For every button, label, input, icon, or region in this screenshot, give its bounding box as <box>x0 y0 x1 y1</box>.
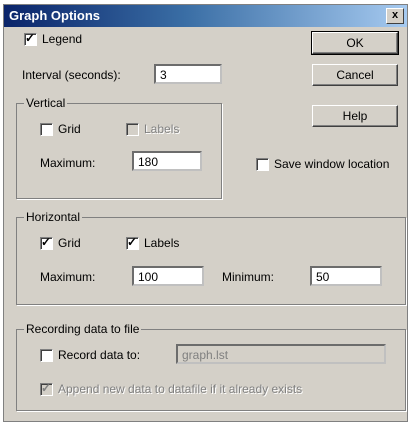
ok-button[interactable]: OK <box>311 31 399 55</box>
checkmark-icon: ✓ <box>41 381 52 395</box>
title-bar[interactable]: Graph Options x <box>4 5 407 27</box>
interval-input[interactable]: 3 <box>154 64 222 84</box>
save-window-location-label: Save window location <box>274 157 390 171</box>
legend-label: Legend <box>42 32 83 46</box>
interval-label: Interval (seconds): <box>22 68 121 82</box>
horizontal-group <box>16 217 406 305</box>
graph-options-dialog: Graph Options x ✓ Legend Interval (secon… <box>3 4 408 422</box>
horizontal-maximum-label: Maximum: <box>40 270 96 284</box>
record-data-label: Record data to: <box>58 348 141 362</box>
append-data-checkbox[interactable]: ✓ <box>40 381 53 396</box>
append-data-label: Append new data to datafile if it alread… <box>58 382 303 396</box>
recording-group-title: Recording data to file <box>24 322 142 336</box>
vertical-grid-label: Grid <box>58 122 81 136</box>
horizontal-maximum-input[interactable]: 100 <box>132 266 204 286</box>
help-button[interactable]: Help <box>312 105 398 127</box>
legend-checkbox[interactable]: ✓ <box>24 31 37 46</box>
vertical-labels-label: Labels <box>144 122 180 136</box>
checkmark-icon: ✓ <box>127 235 138 249</box>
checkmark-icon: ✓ <box>41 235 52 249</box>
horizontal-minimum-label: Minimum: <box>222 270 275 284</box>
recording-group <box>16 329 406 411</box>
save-window-location-checkbox[interactable] <box>256 158 269 171</box>
horizontal-labels-label: Labels <box>144 236 180 250</box>
vertical-maximum-input[interactable]: 180 <box>132 151 202 171</box>
horizontal-labels-checkbox[interactable]: ✓ <box>126 235 139 250</box>
record-file-input[interactable]: graph.lst <box>176 344 386 364</box>
horizontal-group-title: Horizontal <box>24 210 83 224</box>
vertical-group-title: Vertical <box>24 96 68 110</box>
vertical-maximum-label: Maximum: <box>40 156 96 170</box>
checkmark-icon: ✓ <box>25 31 36 45</box>
vertical-grid-checkbox[interactable] <box>40 123 53 136</box>
vertical-labels-checkbox[interactable] <box>126 123 139 136</box>
close-icon[interactable]: x <box>386 8 404 24</box>
horizontal-grid-label: Grid <box>58 236 81 250</box>
record-data-checkbox[interactable] <box>40 349 53 362</box>
cancel-button[interactable]: Cancel <box>312 64 398 86</box>
dialog-title: Graph Options <box>9 8 100 23</box>
horizontal-grid-checkbox[interactable]: ✓ <box>40 235 53 250</box>
horizontal-minimum-input[interactable]: 50 <box>310 266 382 286</box>
